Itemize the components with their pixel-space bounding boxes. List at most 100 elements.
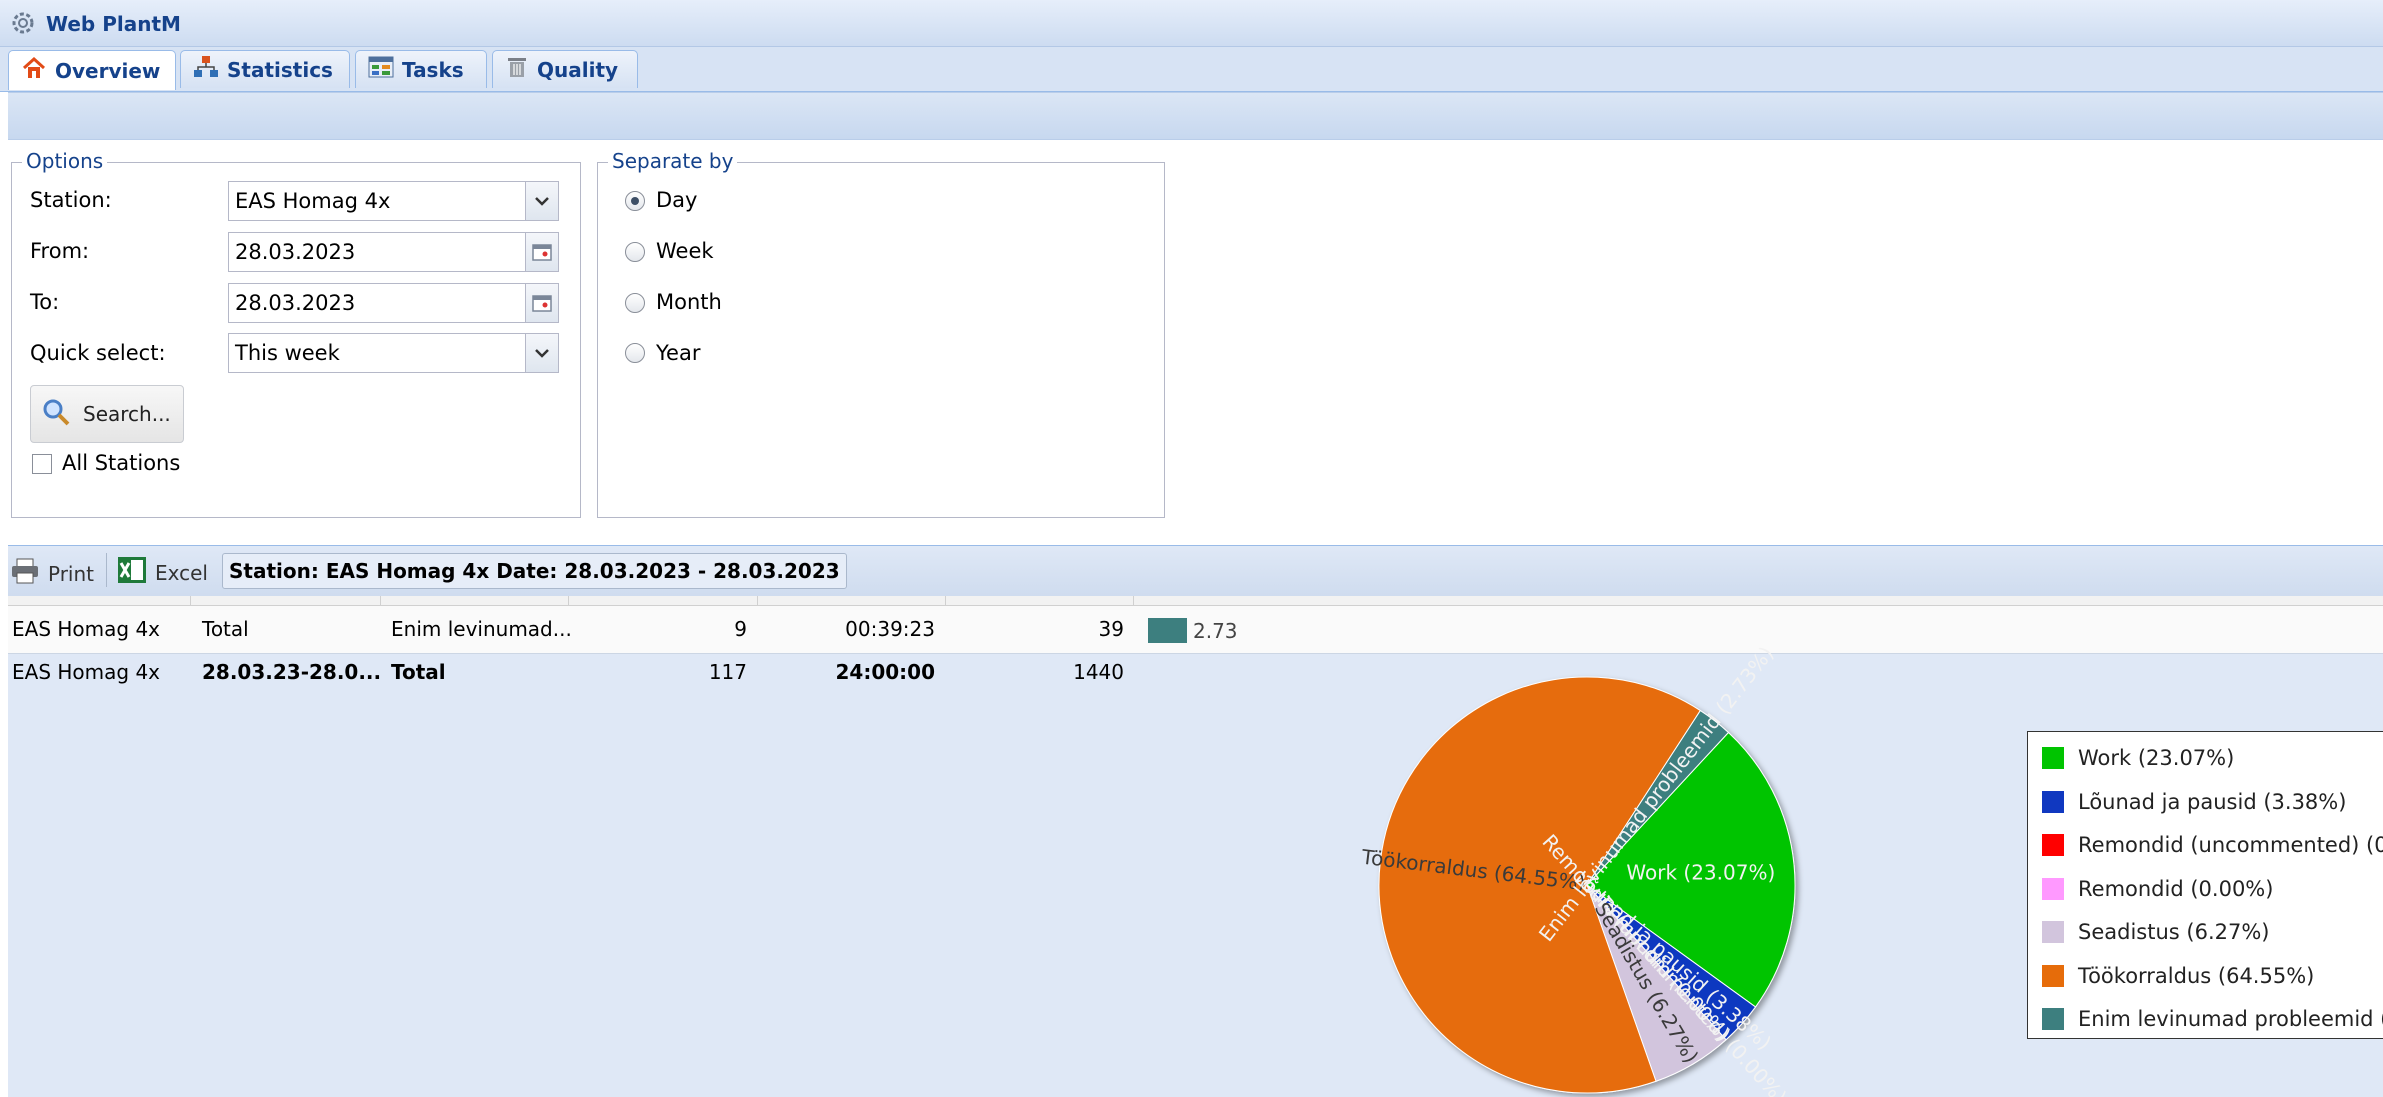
radio-year-label: Year [656, 341, 701, 365]
tab-statistics[interactable]: Statistics [180, 50, 350, 88]
to-date-value: 28.03.2023 [235, 291, 356, 315]
summary-category: Total [391, 660, 446, 684]
legend-label: Lõunad ja pausid (3.38%) [2078, 789, 2347, 814]
summary-station: EAS Homag 4x [12, 660, 160, 684]
station-info-label: Station: EAS Homag 4x Date: 28.03.2023 -… [222, 553, 847, 589]
toolbar-separator [106, 553, 107, 587]
all-stations-checkbox[interactable] [32, 454, 52, 474]
legend-label: Work (23.07%) [2078, 746, 2235, 770]
legend-item[interactable]: Enim levinumad probleemid (2 [2042, 1007, 2383, 1031]
legend-label: Remondid (0.00%) [2078, 876, 2274, 901]
column-separator [380, 596, 381, 605]
summary-count: 117 [708, 660, 747, 684]
summary-period: 28.03.23-28.0... [202, 660, 382, 684]
legend-label: Seadistus (6.27%) [2078, 920, 2270, 944]
column-separator [190, 596, 191, 605]
cell-count: 9 [734, 617, 747, 641]
cell-period: Total [202, 617, 249, 641]
legend-swatch [2042, 964, 2064, 987]
legend-swatch [2042, 877, 2064, 900]
trash-icon [505, 55, 529, 84]
home-icon [21, 56, 47, 85]
legend-item[interactable]: Töökorraldus (64.55%) [2042, 964, 2314, 988]
percent-bar [1148, 618, 1187, 643]
tab-overview-label: Overview [55, 58, 161, 83]
pie-chart: Work (23.07%)Lõunad ja pausid (3.38%)Rem… [1359, 642, 1796, 1097]
cell-category: Enim levinumad... [391, 617, 572, 641]
tab-overview[interactable]: Overview [8, 50, 176, 90]
radio-week-label: Week [656, 239, 714, 263]
cell-duration: 00:39:23 [845, 617, 935, 641]
radio-day-label: Day [656, 188, 698, 212]
legend-item[interactable]: Seadistus (6.27%) [2042, 920, 2269, 944]
station-label: Station: [30, 188, 112, 212]
calendar-icon[interactable] [525, 233, 558, 271]
legend-swatch [2042, 921, 2064, 943]
from-label: From: [30, 239, 90, 263]
radio-year[interactable] [625, 343, 645, 363]
quick-select[interactable]: This week [228, 333, 559, 373]
legend-swatch [2042, 747, 2064, 769]
cell-minutes: 39 [1098, 617, 1124, 641]
from-date-field[interactable]: 28.03.2023 [228, 232, 559, 272]
legend-item[interactable]: Work (23.07%) [2042, 746, 2234, 770]
column-separator [757, 596, 758, 605]
separate-by-fieldset: Separate by [597, 149, 1165, 518]
gear-icon [10, 10, 36, 41]
radio-month[interactable] [625, 293, 645, 313]
toolbar-strip [8, 92, 2383, 140]
radio-month-label: Month [656, 290, 722, 314]
legend-swatch [2042, 790, 2064, 813]
options-legend: Options [22, 149, 108, 173]
separate-by-legend: Separate by [608, 149, 738, 173]
legend-item[interactable]: Remondid (0.00%) [2042, 877, 2273, 901]
title-bar [0, 0, 2383, 47]
tab-quality-label: Quality [537, 57, 619, 82]
radio-day[interactable] [625, 191, 645, 211]
chevron-down-icon[interactable] [525, 182, 558, 220]
tab-tasks-label: Tasks [402, 57, 464, 82]
tab-statistics-label: Statistics [227, 57, 333, 82]
pie-label-0: Work (23.07%) [1626, 860, 1775, 884]
excel-icon [117, 556, 147, 589]
station-select-value: EAS Homag 4x [235, 189, 391, 213]
search-button-label: Search... [83, 402, 171, 426]
chevron-down-icon[interactable] [525, 334, 558, 372]
legend-swatch [2042, 834, 2064, 856]
search-button[interactable]: Search... [30, 385, 184, 443]
legend-label: Enim levinumad probleemid (2 [2078, 1007, 2383, 1031]
legend-label: Remondid (uncommented) (0.0 [2078, 833, 2383, 857]
to-label: To: [30, 290, 60, 314]
summary-minutes: 1440 [1073, 660, 1124, 684]
legend-swatch [2042, 1008, 2064, 1030]
tab-quality[interactable]: Quality [492, 50, 638, 88]
summary-duration: 24:00:00 [835, 660, 936, 684]
column-separator [1133, 596, 1134, 605]
column-separator [568, 596, 569, 605]
quick-select-label: Quick select: [30, 341, 166, 365]
cell-percent: 2.73 [1193, 619, 1238, 643]
all-stations-label: All Stations [62, 451, 181, 475]
chart-legend: Work (23.07%) Lõunad ja pausid (3.38%) Rem… [2027, 731, 2383, 1039]
tab-tasks[interactable]: Tasks [355, 50, 487, 88]
printer-icon [10, 558, 40, 589]
radio-week[interactable] [625, 242, 645, 262]
legend-item[interactable]: Lõunad ja pausid (3.38%) [2042, 790, 2346, 814]
column-separator [945, 596, 946, 605]
to-date-field[interactable]: 28.03.2023 [228, 283, 559, 323]
search-icon [41, 397, 71, 432]
app-title: Web PlantM [46, 12, 181, 36]
station-select[interactable]: EAS Homag 4x [228, 181, 559, 221]
excel-label: Excel [155, 560, 208, 585]
cell-station: EAS Homag 4x [12, 617, 160, 641]
from-date-value: 28.03.2023 [235, 240, 356, 264]
grid-header-row [8, 596, 2383, 606]
quick-select-value: This week [235, 341, 340, 365]
tasks-icon [368, 55, 394, 84]
legend-item[interactable]: Remondid (uncommented) (0.0 [2042, 833, 2383, 857]
calendar-icon[interactable] [525, 284, 558, 322]
print-button[interactable]: Print [10, 558, 94, 589]
hierarchy-icon [193, 55, 219, 84]
print-label: Print [48, 561, 95, 586]
excel-button[interactable]: Excel [117, 556, 208, 589]
